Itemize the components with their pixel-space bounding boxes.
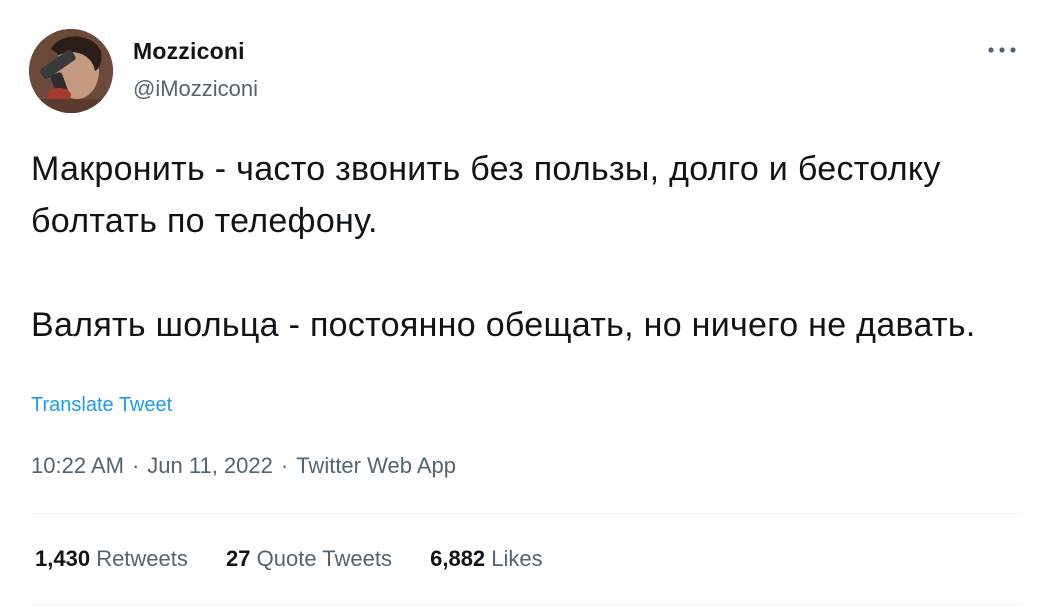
likes-label: Likes xyxy=(491,546,543,571)
tweet-stats: 1,430 Retweets 27 Quote Tweets 6,882 Lik… xyxy=(35,546,575,572)
quote-tweets-count: 27 xyxy=(226,546,251,571)
more-options-button[interactable] xyxy=(982,34,1022,66)
more-horizontal-icon xyxy=(988,47,1016,53)
author-handle[interactable]: @iMozziconi xyxy=(133,76,258,102)
retweets-label: Retweets xyxy=(96,546,188,571)
likes-count: 6,882 xyxy=(430,546,486,571)
tweet-paragraph: Валять шольца - постоянно обещать, но ни… xyxy=(31,306,976,344)
quote-tweets-stat[interactable]: 27 Quote Tweets xyxy=(226,546,392,572)
tweet-time[interactable]: 10:22 AM xyxy=(31,453,124,478)
tweet-paragraph: Макронить - часто звонить без пользы, до… xyxy=(31,150,941,240)
separator: · xyxy=(131,453,140,478)
tweet-metadata: 10:22 AM · Jun 11, 2022 · Twitter Web App xyxy=(31,453,456,479)
translate-tweet-link[interactable]: Translate Tweet xyxy=(31,394,172,417)
tweet-text: Макронить - часто звонить без пользы, до… xyxy=(31,143,1016,351)
retweets-count: 1,430 xyxy=(35,546,91,571)
avatar-image xyxy=(29,29,113,113)
separator: · xyxy=(280,453,289,478)
quote-tweets-label: Quote Tweets xyxy=(256,546,392,571)
divider xyxy=(31,513,1021,514)
author-name[interactable]: Mozziconi xyxy=(133,38,245,65)
tweet-source[interactable]: Twitter Web App xyxy=(296,453,456,478)
tweet-date[interactable]: Jun 11, 2022 xyxy=(147,453,273,478)
divider xyxy=(31,604,1021,605)
avatar[interactable] xyxy=(29,29,113,113)
tweet-card: Mozziconi @iMozziconi Макронить - часто … xyxy=(0,0,1047,611)
likes-stat[interactable]: 6,882 Likes xyxy=(430,546,543,572)
retweets-stat[interactable]: 1,430 Retweets xyxy=(35,546,188,572)
